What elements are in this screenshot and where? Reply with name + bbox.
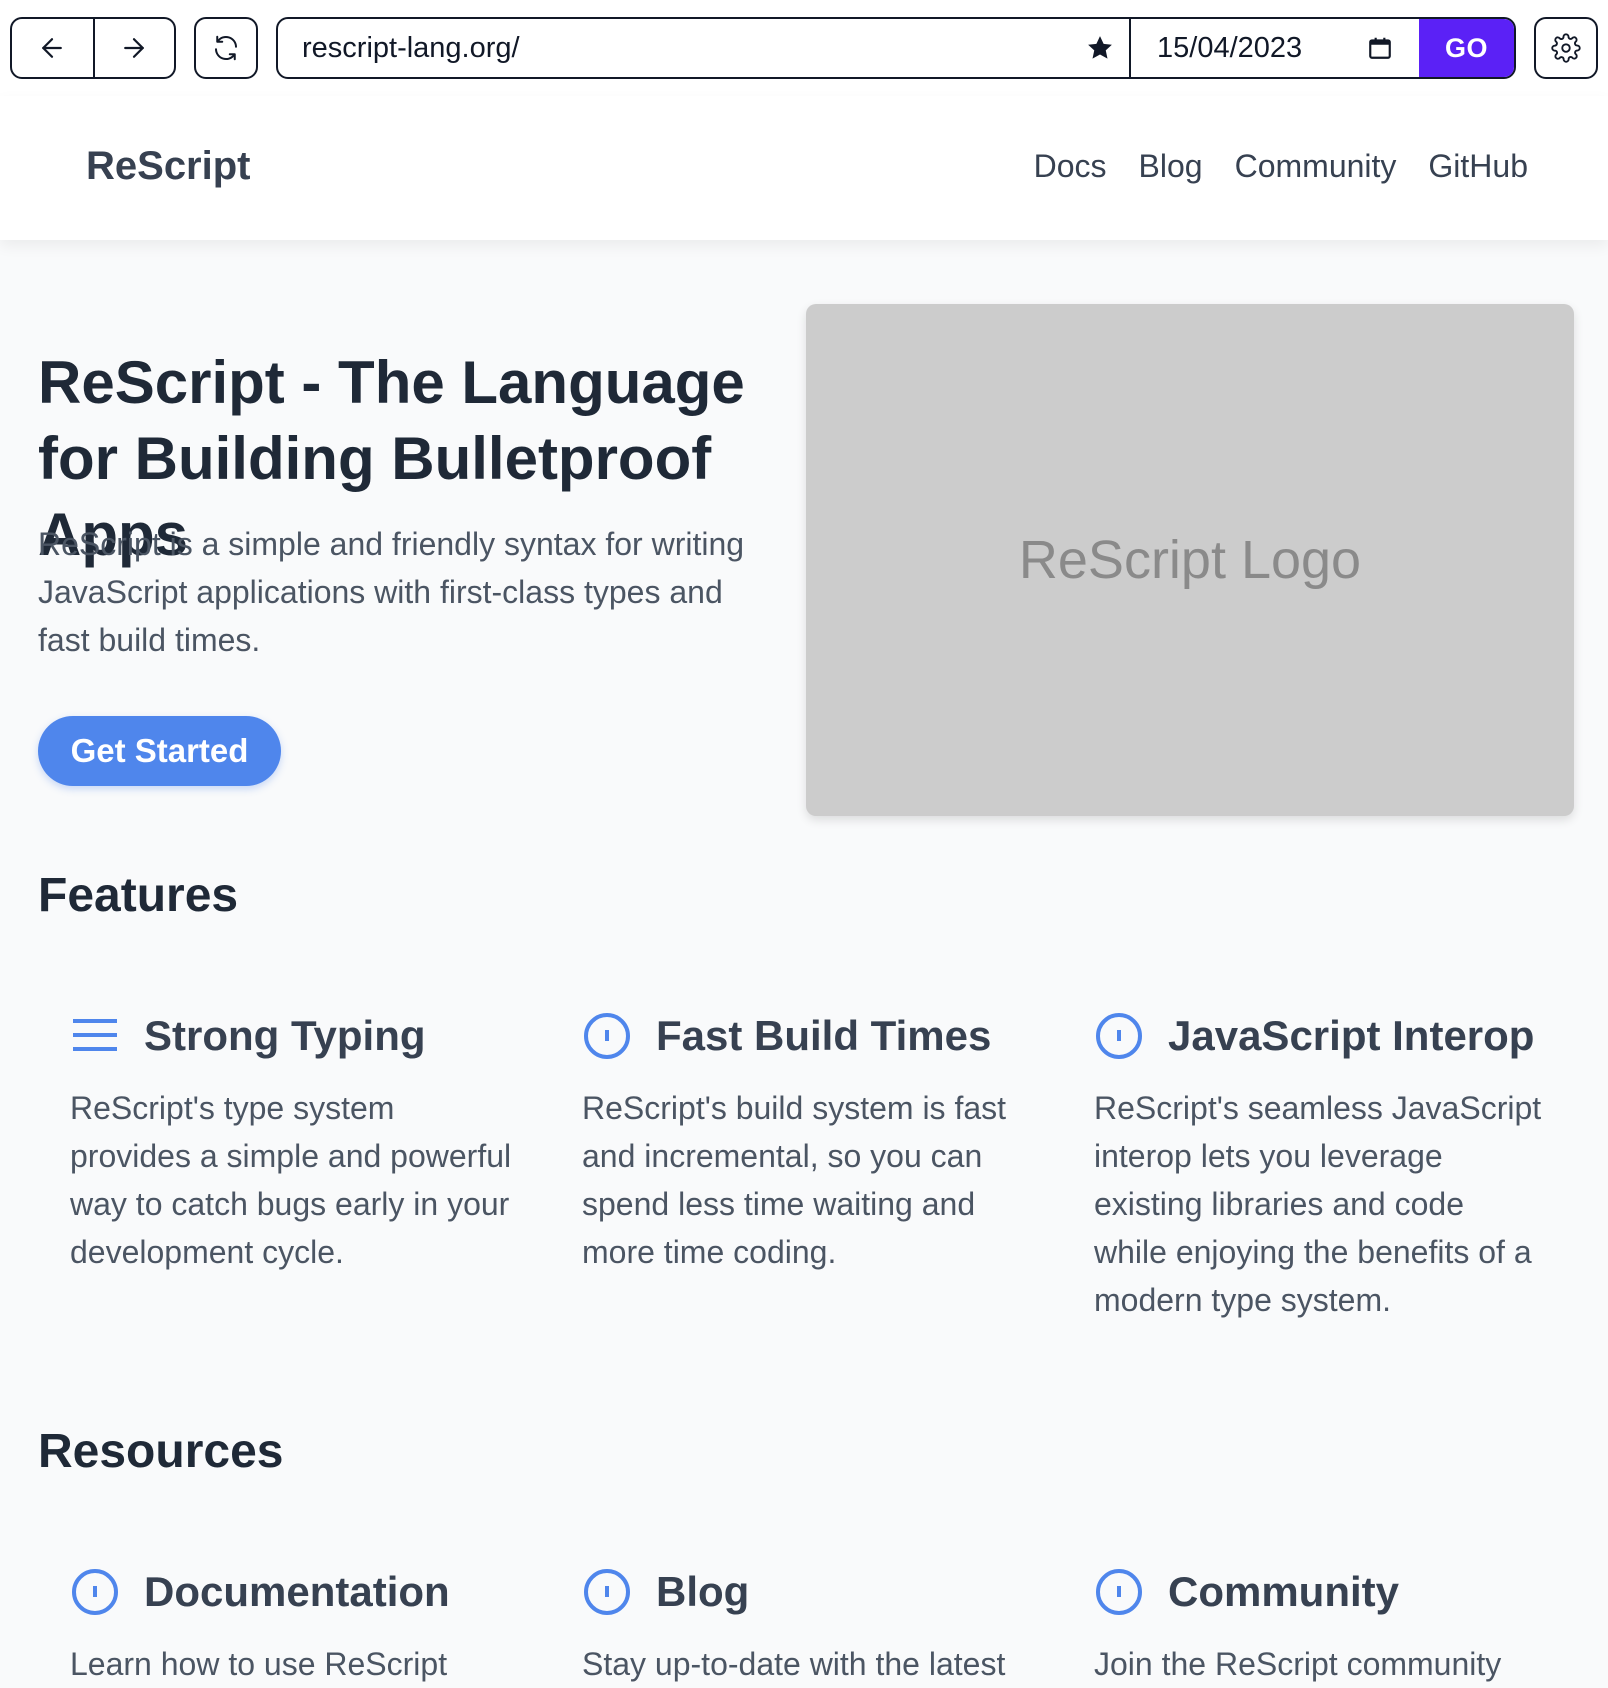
circle-info-icon — [72, 1569, 118, 1615]
resource-description: Learn how to use ReScript — [70, 1646, 448, 1682]
features-title: Features — [38, 869, 239, 922]
reload-button[interactable] — [194, 17, 258, 79]
bookmark-button[interactable] — [1071, 19, 1129, 77]
forward-button[interactable] — [92, 19, 174, 77]
feature-description: ReScript's type system provides a simple… — [70, 1090, 512, 1270]
resource-title: Community — [1168, 1568, 1399, 1615]
date-input[interactable]: 15/04/2023 — [1129, 19, 1419, 77]
calendar-icon[interactable] — [1367, 35, 1393, 61]
feature-card-js-interop: JavaScript Interop ReScript's seamless J… — [1094, 1006, 1544, 1324]
arrow-left-icon — [42, 38, 63, 58]
date-value: 15/04/2023 — [1157, 31, 1303, 64]
back-button[interactable] — [12, 19, 93, 77]
resource-title: Documentation — [144, 1568, 450, 1615]
resource-card-blog[interactable]: Blog Stay up-to-date with the latest — [582, 1562, 1032, 1688]
circle-info-icon — [1096, 1569, 1142, 1615]
resource-description: Join the ReScript community — [1094, 1646, 1502, 1682]
nav-github[interactable]: GitHub — [1428, 148, 1528, 185]
nav-docs[interactable]: Docs — [1034, 148, 1107, 185]
history-nav-group — [10, 17, 176, 79]
feature-title: JavaScript Interop — [1168, 1012, 1535, 1059]
resource-card-documentation[interactable]: Documentation Learn how to use ReScript — [70, 1562, 520, 1688]
circle-info-icon — [1096, 1013, 1142, 1059]
feature-card-strong-typing: Strong Typing ReScript's type system pro… — [70, 1006, 520, 1276]
nav-blog[interactable]: Blog — [1139, 148, 1203, 185]
menu-lines-icon — [73, 1019, 117, 1051]
refresh-icon — [215, 35, 237, 61]
main-nav: Docs Blog Community GitHub — [1034, 148, 1528, 185]
go-button[interactable]: GO — [1419, 19, 1514, 77]
hero-logo-placeholder: ReScript Logo — [806, 304, 1574, 816]
address-bar: rescript-lang.org/ 15/04/2023 GO — [276, 17, 1516, 79]
browser-toolbar: rescript-lang.org/ 15/04/2023 GO — [0, 0, 1608, 96]
resource-title: Blog — [656, 1568, 750, 1615]
star-icon — [1088, 36, 1112, 59]
feature-title: Strong Typing — [144, 1012, 426, 1059]
url-input[interactable]: rescript-lang.org/ — [278, 19, 1071, 77]
resource-card-community[interactable]: Community Join the ReScript community — [1094, 1562, 1544, 1688]
arrow-right-icon — [124, 38, 145, 58]
settings-button[interactable] — [1534, 17, 1598, 79]
resource-description: Stay up-to-date with the latest — [582, 1646, 1006, 1682]
feature-title: Fast Build Times — [656, 1012, 992, 1059]
feature-description: ReScript's seamless JavaScript interop l… — [1094, 1090, 1542, 1318]
circle-info-icon — [584, 1013, 630, 1059]
resources-title: Resources — [38, 1425, 284, 1478]
gear-icon — [1551, 33, 1581, 63]
nav-community[interactable]: Community — [1235, 148, 1397, 185]
feature-description: ReScript's build system is fast and incr… — [582, 1090, 1007, 1270]
site-header: ReScript Docs Blog Community GitHub — [0, 96, 1608, 240]
hero-subtitle: ReScript is a simple and friendly syntax… — [38, 526, 745, 658]
circle-info-icon — [584, 1569, 630, 1615]
get-started-button[interactable]: Get Started — [38, 716, 281, 786]
feature-card-fast-build: Fast Build Times ReScript's build system… — [582, 1006, 1032, 1276]
site-logo[interactable]: ReScript — [86, 144, 251, 189]
